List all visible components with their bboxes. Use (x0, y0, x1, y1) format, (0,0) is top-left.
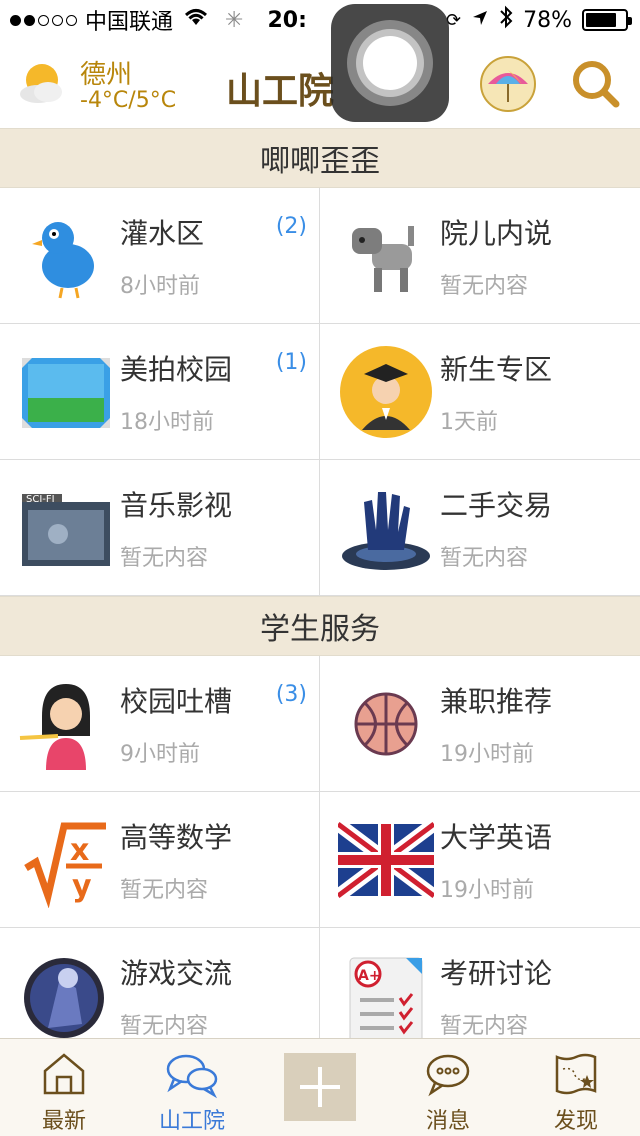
search-icon[interactable] (570, 58, 622, 110)
location-icon (471, 8, 489, 33)
item-title: 校园吐槽 (120, 685, 233, 718)
item-title: 兼职推荐 (440, 685, 553, 718)
svg-text:SCI-FI: SCI-FI (26, 494, 55, 505)
forum-item-yingyu[interactable]: 大学英语 19小时前 (320, 792, 640, 928)
robot-dog-icon (352, 226, 414, 292)
tab-label: 消息 (425, 1109, 470, 1134)
weather-cloudy-sun-icon (20, 64, 62, 103)
status-bar: 中国联通 ✳ 20: ⟳ 78% (0, 0, 640, 40)
item-subtitle: 9小时前 (120, 742, 200, 767)
item-subtitle: 18小时前 (120, 410, 214, 435)
plus-icon (300, 1067, 340, 1107)
forum-item-meipai[interactable]: 美拍校园 18小时前 (1) (0, 324, 320, 460)
item-title: 考研讨论 (440, 957, 553, 990)
item-title: 院儿内说 (440, 217, 553, 250)
item-title: 大学英语 (440, 821, 553, 854)
signal-strength-icon (10, 14, 77, 26)
home-icon (43, 1053, 85, 1095)
item-title: 游戏交流 (120, 957, 233, 990)
wifi-icon (183, 7, 209, 33)
item-subtitle: 暂无内容 (440, 274, 529, 299)
uk-flag-icon (338, 818, 434, 902)
carrier-name: 中国联通 (85, 10, 174, 35)
forum-item-tucao[interactable]: 校园吐槽 9小时前 (3) (0, 656, 320, 792)
item-count: (3) (275, 682, 307, 707)
item-count: (2) (275, 214, 307, 239)
add-post-button[interactable] (284, 1053, 356, 1121)
section-header: 唧唧歪歪 (0, 128, 640, 188)
tab-label: 山工院 (158, 1109, 225, 1134)
svg-text:A+: A+ (358, 968, 381, 984)
item-subtitle: 暂无内容 (120, 546, 209, 571)
avatar[interactable] (480, 56, 536, 112)
forum-item-shuxue[interactable]: x y 高等数学 暂无内容 (0, 792, 320, 928)
girl-icon (19, 684, 90, 770)
item-subtitle: 1天前 (440, 410, 498, 435)
math-icon: x y (24, 822, 106, 908)
item-title: 二手交易 (440, 489, 553, 522)
forum-item-xinsheng[interactable]: 新生专区 1天前 (320, 324, 640, 460)
svg-text:x: x (70, 833, 89, 868)
item-subtitle: 暂无内容 (120, 878, 209, 903)
bird-icon (32, 222, 94, 299)
tab-label: 最新 (41, 1109, 86, 1134)
item-subtitle: 暂无内容 (120, 1014, 209, 1039)
section-header: 学生服务 (0, 596, 640, 656)
item-subtitle: 暂无内容 (440, 1014, 529, 1039)
forum-item-yuaner[interactable]: 院儿内说 暂无内容 (320, 188, 640, 324)
graduate-icon (340, 346, 432, 438)
item-subtitle: 19小时前 (440, 742, 534, 767)
tab-bar: 最新 山工院 消息 发现 (0, 1038, 640, 1136)
clock: 20: (267, 7, 307, 33)
item-title: 音乐影视 (120, 489, 233, 522)
tab-label: 发现 (553, 1109, 598, 1134)
movie-folder-icon: SCI-FI (22, 494, 110, 566)
page-title: 山工院 (226, 71, 335, 112)
app-header: 德州 -4°C/5°C 山工院 (0, 40, 640, 128)
picture-icon (22, 358, 110, 428)
weather-temperature: -4°C/5°C (80, 88, 177, 113)
item-title: 高等数学 (120, 821, 233, 854)
exam-icon: A+ (349, 957, 423, 1044)
weather-city: 德州 (80, 60, 133, 90)
battery-percent: 78% (523, 7, 572, 33)
item-title: 美拍校园 (120, 353, 233, 386)
hand-icon (342, 492, 430, 570)
item-subtitle: 19小时前 (440, 878, 534, 903)
loading-spinner-icon: ✳ (225, 7, 244, 33)
assistive-touch-button[interactable] (331, 4, 449, 122)
item-title: 新生专区 (440, 353, 553, 386)
item-title: 灌水区 (120, 217, 205, 250)
forum-item-yinyue[interactable]: SCI-FI 音乐影视 暂无内容 (0, 460, 320, 596)
basketball-icon (354, 692, 418, 756)
item-subtitle: 8小时前 (120, 274, 200, 299)
chat-bubbles-icon (166, 1054, 218, 1099)
bluetooth-icon (499, 5, 513, 35)
battery-icon (582, 9, 632, 31)
item-subtitle: 暂无内容 (440, 546, 529, 571)
svg-text:y: y (72, 869, 92, 904)
tab-messages[interactable]: 消息 (384, 1039, 512, 1136)
tab-discover[interactable]: 发现 (512, 1039, 640, 1136)
tab-shangongyuan[interactable]: 山工院 (128, 1039, 256, 1136)
item-count: (1) (275, 350, 307, 375)
forum-item-ershou[interactable]: 二手交易 暂无内容 (320, 460, 640, 596)
game-icon (24, 958, 104, 1038)
forum-item-guanshui[interactable]: 灌水区 8小时前 (2) (0, 188, 320, 324)
message-icon (426, 1054, 470, 1097)
forum-item-jianzhi[interactable]: 兼职推荐 19小时前 (320, 656, 640, 792)
map-icon (555, 1053, 597, 1095)
tab-latest[interactable]: 最新 (0, 1039, 128, 1136)
